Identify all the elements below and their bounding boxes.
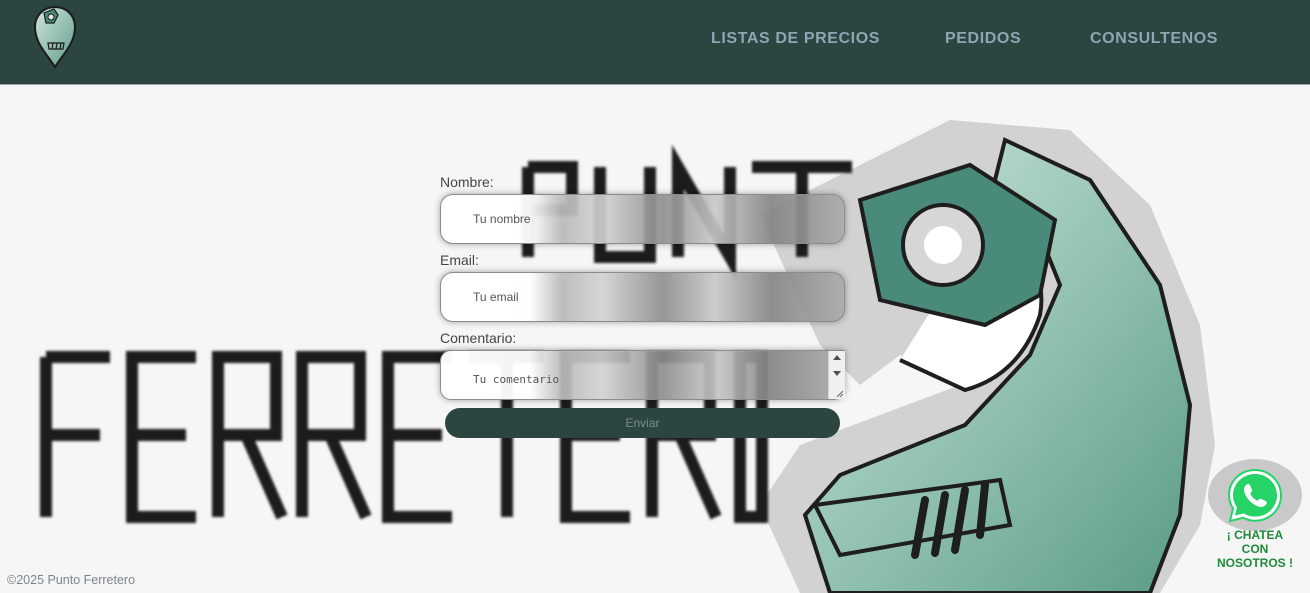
submit-button[interactable]: Enviar bbox=[445, 408, 840, 438]
wrench-pin-logo-icon[interactable] bbox=[32, 5, 78, 69]
footer-copyright: ©2025 Punto Ferretero bbox=[7, 573, 136, 587]
email-label: Email: bbox=[440, 252, 479, 268]
nav-listas-de-precios[interactable]: LISTAS DE PRECIOS bbox=[711, 30, 880, 48]
scroll-down-arrow-icon[interactable] bbox=[833, 371, 841, 376]
whatsapp-chat-widget[interactable]: ¡ CHATEA CON NOSOTROS ! bbox=[1207, 459, 1303, 579]
name-input[interactable] bbox=[440, 194, 845, 244]
whatsapp-caption-line1: ¡ CHATEA bbox=[1226, 528, 1284, 542]
nav-consultenos[interactable]: CONSULTENOS bbox=[1090, 30, 1218, 48]
name-label: Nombre: bbox=[440, 174, 494, 190]
background-brand-artwork bbox=[40, 120, 1215, 593]
nav-pedidos[interactable]: PEDIDOS bbox=[945, 30, 1021, 48]
site-header: LISTAS DE PRECIOS PEDIDOS CONSULTENOS bbox=[0, 0, 1310, 85]
email-input[interactable] bbox=[440, 272, 845, 322]
whatsapp-caption-line3: NOSOTROS ! bbox=[1216, 556, 1293, 570]
comment-textarea[interactable] bbox=[440, 350, 845, 400]
comment-label: Comentario: bbox=[440, 330, 517, 346]
whatsapp-caption[interactable]: ¡ CHATEA CON NOSOTROS ! bbox=[1207, 528, 1303, 570]
whatsapp-caption-line2: CON bbox=[1241, 542, 1269, 556]
whatsapp-icon[interactable] bbox=[1226, 467, 1284, 525]
resize-grip-icon[interactable] bbox=[836, 390, 844, 398]
comment-scrollbar[interactable] bbox=[828, 351, 845, 399]
scroll-up-arrow-icon[interactable] bbox=[833, 355, 841, 360]
